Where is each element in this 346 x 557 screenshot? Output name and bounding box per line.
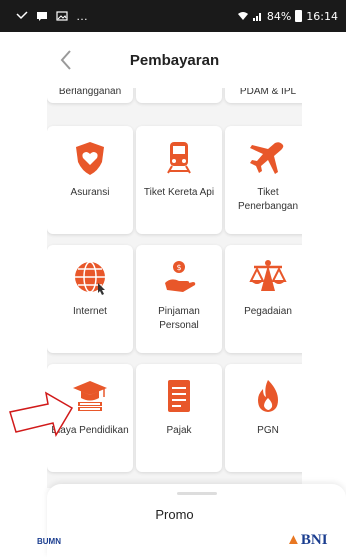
chevron-left-icon[interactable] — [55, 46, 79, 74]
card-pajak[interactable]: Pajak — [136, 364, 222, 472]
card-label: Pajak — [166, 425, 192, 436]
loan-hand-icon: $ — [165, 261, 196, 292]
message-icon — [37, 12, 47, 21]
globe-icon — [75, 261, 105, 295]
missed-call-icon — [16, 11, 28, 20]
battery-icon — [295, 10, 303, 22]
status-bar: … 84% 16:14 — [0, 0, 346, 32]
card-asuransi[interactable]: Asuransi — [47, 126, 133, 234]
pointer-arrow-icon — [9, 391, 74, 437]
status-left: … — [16, 9, 88, 23]
card-internet[interactable]: Internet — [47, 245, 133, 353]
bumn-logo: BUMN — [37, 537, 61, 546]
card-label: Pegadaian — [244, 306, 292, 317]
card-label: Pinjaman Personal — [158, 306, 200, 331]
svg-text:$: $ — [176, 263, 181, 272]
card-unknown[interactable] — [136, 88, 222, 103]
airplane-icon — [250, 142, 284, 174]
clock: 16:14 — [306, 9, 338, 23]
card-label: PGN — [257, 425, 279, 436]
app-bar: Pembayaran — [47, 32, 302, 88]
bni-logo: ▲BNI — [286, 532, 328, 549]
status-more: … — [76, 9, 88, 23]
drag-handle[interactable] — [177, 492, 217, 495]
card-label: Tiket Kereta Api — [143, 187, 215, 198]
image-icon — [56, 11, 68, 21]
tax-document-icon — [168, 380, 190, 412]
card-tiket-kereta-api[interactable]: Tiket Kereta Api — [136, 126, 222, 234]
card-pinjaman-personal[interactable]: $ Pinjaman Personal — [136, 245, 222, 353]
bni-mark-icon: ▲ — [286, 532, 301, 548]
scale-icon — [249, 260, 287, 291]
promo-title: Promo — [155, 507, 194, 522]
card-label: PDAM & IPL — [239, 88, 297, 97]
page-title: Pembayaran — [129, 51, 220, 69]
card-tiket-penerbangan[interactable]: Tiket Penerbangan — [225, 126, 302, 234]
train-icon — [167, 142, 191, 174]
battery-percent: 84% — [266, 9, 292, 23]
card-pegadaian[interactable]: Pegadaian — [225, 245, 302, 353]
signal-icon — [252, 13, 261, 21]
card-pgn[interactable]: PGN — [225, 364, 302, 472]
flame-icon — [258, 380, 278, 412]
bni-text: BNI — [300, 532, 328, 548]
card-pdam-ipl[interactable]: PDAM & IPL — [225, 88, 302, 103]
card-berlangganan[interactable]: Berlangganan — [47, 88, 133, 103]
wifi-icon — [237, 12, 248, 20]
card-label: Internet — [73, 306, 107, 317]
status-right: 84% 16:14 — [237, 10, 338, 23]
card-label: Tiket Penerbangan — [237, 187, 299, 212]
card-label: Berlangganan — [58, 88, 122, 97]
shield-heart-icon — [76, 142, 104, 175]
card-label: Asuransi — [70, 187, 110, 198]
